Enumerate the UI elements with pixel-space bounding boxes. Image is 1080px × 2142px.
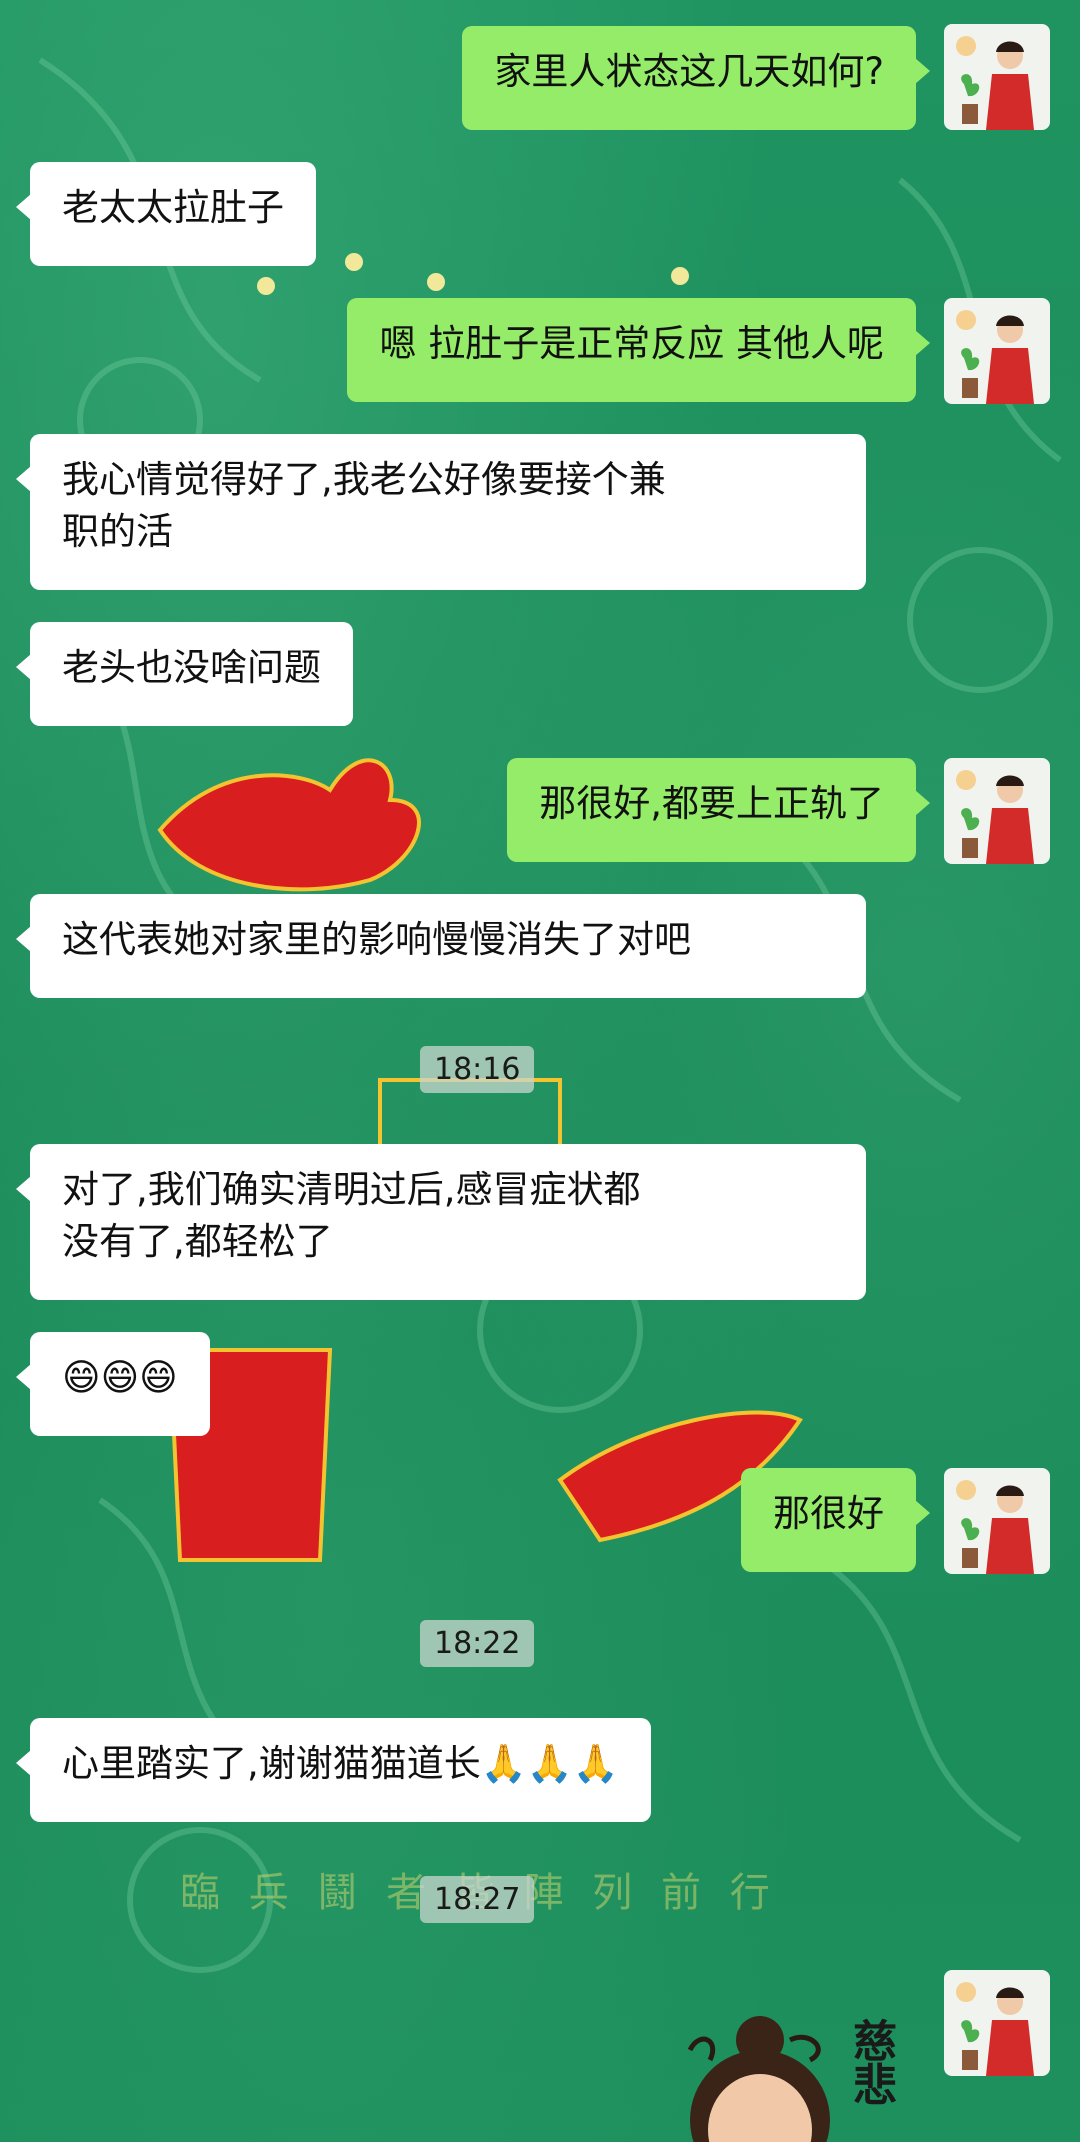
message-bubble-incoming[interactable]: 心里踏实了,谢谢猫猫道长🙏🙏🙏 <box>16 1718 651 1822</box>
message-bubble-incoming[interactable]: 老头也没啥问题 <box>16 622 353 726</box>
message-bubble-incoming[interactable]: 对了,我们确实清明过后,感冒症状都 没有了,都轻松了 <box>16 1144 866 1300</box>
message-bubble-outgoing[interactable]: 家里人状态这几天如何? <box>462 26 930 130</box>
message-bubble-incoming[interactable]: 😄😄😄 <box>16 1332 210 1436</box>
message-bubble-outgoing[interactable]: 那很好 <box>741 1468 930 1572</box>
avatar-image <box>956 1480 1034 1574</box>
timestamp: 18:27 <box>420 1876 535 1923</box>
user-avatar[interactable] <box>944 1970 1050 2076</box>
message-bubble-incoming[interactable]: 我心情觉得好了,我老公好像要接个兼 职的活 <box>16 434 866 590</box>
timestamp: 18:16 <box>420 1046 535 1093</box>
message-bubble-incoming[interactable]: 老太太拉肚子 <box>16 162 316 266</box>
avatar-image <box>956 310 1034 404</box>
message-bubble-outgoing[interactable]: 嗯 拉肚子是正常反应 其他人呢 <box>347 298 930 402</box>
message-bubble-incoming[interactable]: 这代表她对家里的影响慢慢消失了对吧 <box>16 894 866 998</box>
user-avatar[interactable] <box>944 298 1050 404</box>
message-bubble-outgoing[interactable]: 那很好,都要上正轨了 <box>507 758 930 862</box>
user-avatar[interactable] <box>944 1468 1050 1574</box>
sticker-message[interactable]: 慈悲 <box>680 2010 920 2142</box>
timestamp: 18:22 <box>420 1620 535 1667</box>
avatar-image <box>956 36 1034 130</box>
avatar-image <box>956 770 1034 864</box>
user-avatar[interactable] <box>944 758 1050 864</box>
user-avatar[interactable] <box>944 24 1050 130</box>
sticker-text: 慈悲 <box>845 2018 896 2106</box>
avatar-image <box>956 1982 1034 2076</box>
